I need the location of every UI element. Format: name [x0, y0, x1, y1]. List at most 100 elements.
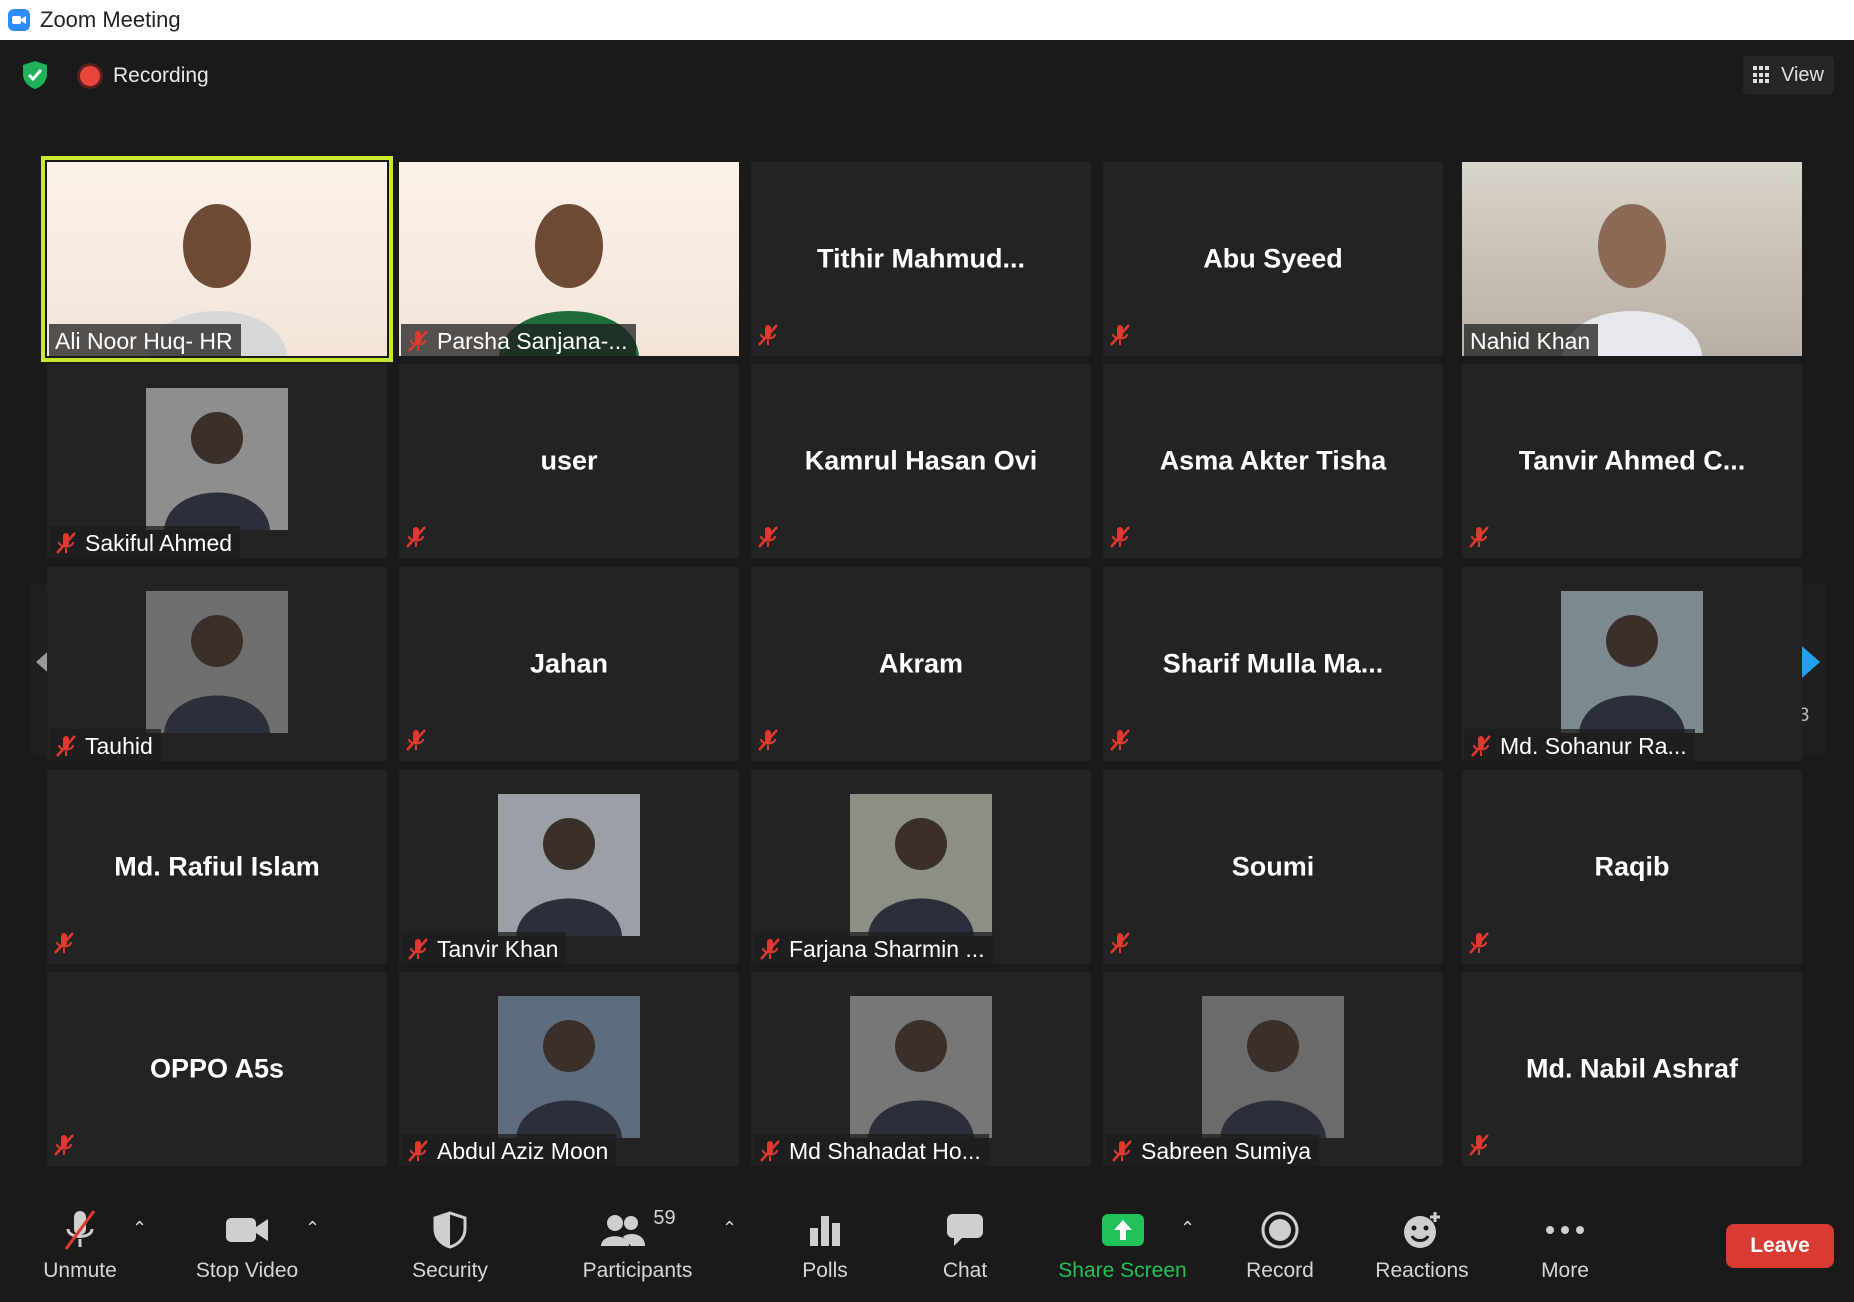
- participant-tile[interactable]: Md. Rafiul Islam: [47, 770, 387, 964]
- muted-microphone-icon: [405, 728, 427, 757]
- participant-name: Tithir Mahmud...: [817, 243, 1025, 274]
- muted-microphone-icon: [757, 525, 779, 554]
- participant-name-label: Md. Sohanur Ra...: [1464, 729, 1695, 761]
- security-label: Security: [412, 1259, 488, 1282]
- audio-options-caret-icon[interactable]: ⌃: [132, 1218, 147, 1239]
- participant-name: Ali Noor Huq- HR: [55, 327, 233, 354]
- muted-microphone-icon: [759, 1139, 781, 1163]
- participant-tile[interactable]: Raqib: [1462, 770, 1802, 964]
- participant-tile[interactable]: Tanvir Ahmed C...: [1462, 364, 1802, 558]
- muted-microphone-icon: [759, 937, 781, 961]
- video-camera-icon: [192, 1205, 302, 1255]
- participant-name: Md. Rafiul Islam: [114, 851, 320, 882]
- stop-video-button[interactable]: Stop Video: [192, 1205, 302, 1283]
- share-screen-button[interactable]: Share Screen: [1055, 1205, 1190, 1283]
- participant-name: Md Shahadat Ho...: [789, 1137, 981, 1164]
- participant-name: OPPO A5s: [149, 1053, 285, 1084]
- participants-count: 59: [653, 1206, 676, 1229]
- participant-name: Tauhid: [85, 732, 153, 759]
- participant-tile[interactable]: Ali Noor Huq- HR: [41, 156, 393, 362]
- participant-tile[interactable]: Sabreen Sumiya: [1103, 972, 1443, 1166]
- participants-label: Participants: [582, 1259, 693, 1282]
- leave-button[interactable]: Leave: [1726, 1224, 1834, 1268]
- participants-options-caret-icon[interactable]: ⌃: [722, 1218, 737, 1239]
- participant-name: Nahid Khan: [1470, 327, 1591, 354]
- polls-bar-chart-icon: [795, 1205, 855, 1255]
- participant-photo: [146, 388, 288, 530]
- participant-tile[interactable]: Asma Akter Tisha: [1103, 364, 1443, 558]
- muted-microphone-icon: [1109, 931, 1131, 960]
- participant-photo: [146, 591, 288, 733]
- polls-button[interactable]: Polls: [795, 1205, 855, 1283]
- record-button[interactable]: Record: [1240, 1205, 1320, 1283]
- recording-indicator-icon: [80, 66, 100, 86]
- record-icon: [1240, 1205, 1320, 1255]
- participant-tile[interactable]: Sakiful Ahmed: [47, 364, 387, 558]
- participant-tile[interactable]: Farjana Sharmin ...: [751, 770, 1091, 964]
- participant-tile[interactable]: Sharif Mulla Ma...: [1103, 567, 1443, 761]
- participant-tile[interactable]: OPPO A5s: [47, 972, 387, 1166]
- muted-microphone-icon: [53, 1133, 75, 1162]
- more-dots-icon: [1535, 1205, 1595, 1255]
- participant-tile[interactable]: Jahan: [399, 567, 739, 761]
- share-options-caret-icon[interactable]: ⌃: [1180, 1218, 1195, 1239]
- participant-tile[interactable]: Md. Sohanur Ra...: [1462, 567, 1802, 761]
- participant-name: Sakiful Ahmed: [85, 529, 233, 556]
- participant-tile[interactable]: Abu Syeed: [1103, 162, 1443, 356]
- participant-name: Akram: [878, 648, 964, 679]
- participant-name: Farjana Sharmin ...: [789, 935, 985, 962]
- participant-name-label: Md Shahadat Ho...: [753, 1134, 989, 1166]
- participant-name: Asma Akter Tisha: [1159, 445, 1387, 476]
- more-button[interactable]: More: [1535, 1205, 1595, 1283]
- participant-name-label: Sabreen Sumiya: [1105, 1134, 1320, 1166]
- participant-name-label: Nahid Khan: [1464, 324, 1599, 356]
- grid-view-icon: [1753, 66, 1771, 84]
- muted-microphone-icon: [1470, 734, 1492, 758]
- muted-microphone-icon: [1109, 525, 1131, 554]
- view-button[interactable]: View: [1743, 56, 1834, 94]
- participant-tile[interactable]: Abdul Aziz Moon: [399, 972, 739, 1166]
- participants-button[interactable]: 59 Participants: [575, 1205, 700, 1283]
- participant-tile[interactable]: Nahid Khan: [1462, 162, 1802, 356]
- participant-photo: [1202, 996, 1344, 1138]
- recording-label: Recording: [113, 64, 209, 87]
- muted-microphone-icon: [55, 734, 77, 758]
- participant-tile[interactable]: Tauhid: [47, 567, 387, 761]
- muted-microphone-icon: [53, 931, 75, 960]
- encryption-shield-icon[interactable]: [22, 60, 52, 92]
- participant-name-label: Farjana Sharmin ...: [753, 932, 993, 964]
- participant-name: Raqib: [1594, 851, 1670, 882]
- security-button[interactable]: Security: [405, 1205, 495, 1283]
- muted-microphone-icon: [1109, 728, 1131, 757]
- unmute-button[interactable]: Unmute: [40, 1205, 120, 1283]
- participant-tile[interactable]: Md Shahadat Ho...: [751, 972, 1091, 1166]
- participant-name: Sharif Mulla Ma...: [1162, 648, 1384, 679]
- polls-label: Polls: [802, 1259, 848, 1282]
- muted-microphone-icon: [757, 728, 779, 757]
- participant-name-label: Sakiful Ahmed: [49, 526, 241, 558]
- participant-name: Tanvir Khan: [437, 935, 559, 962]
- participant-photo: [1561, 591, 1703, 733]
- participant-photo: [498, 996, 640, 1138]
- participant-tile[interactable]: Kamrul Hasan Ovi: [751, 364, 1091, 558]
- participant-name: Soumi: [1231, 851, 1315, 882]
- participant-tile[interactable]: Md. Nabil Ashraf: [1462, 972, 1802, 1166]
- meeting-top-bar: Recording View: [0, 40, 1854, 112]
- share-screen-arrow-icon: [1055, 1205, 1190, 1255]
- participant-tile[interactable]: user: [399, 364, 739, 558]
- unmute-label: Unmute: [43, 1259, 117, 1282]
- video-options-caret-icon[interactable]: ⌃: [305, 1218, 320, 1239]
- participant-tile[interactable]: Tanvir Khan: [399, 770, 739, 964]
- participant-name: Sabreen Sumiya: [1141, 1137, 1312, 1164]
- share-screen-label: Share Screen: [1058, 1259, 1187, 1282]
- participant-tile[interactable]: Akram: [751, 567, 1091, 761]
- participant-tile[interactable]: Parsha Sanjana-...: [399, 162, 739, 356]
- chat-button[interactable]: Chat: [935, 1205, 995, 1283]
- chat-bubble-icon: [935, 1205, 995, 1255]
- muted-microphone-icon: [1468, 931, 1490, 960]
- reactions-button[interactable]: Reactions: [1372, 1205, 1472, 1283]
- meeting-toolbar: Unmute ⌃ Stop Video ⌃ Security 59 Partic…: [0, 1180, 1854, 1302]
- participant-tile[interactable]: Tithir Mahmud...: [751, 162, 1091, 356]
- participant-tile[interactable]: Soumi: [1103, 770, 1443, 964]
- muted-microphone-icon: [1468, 525, 1490, 554]
